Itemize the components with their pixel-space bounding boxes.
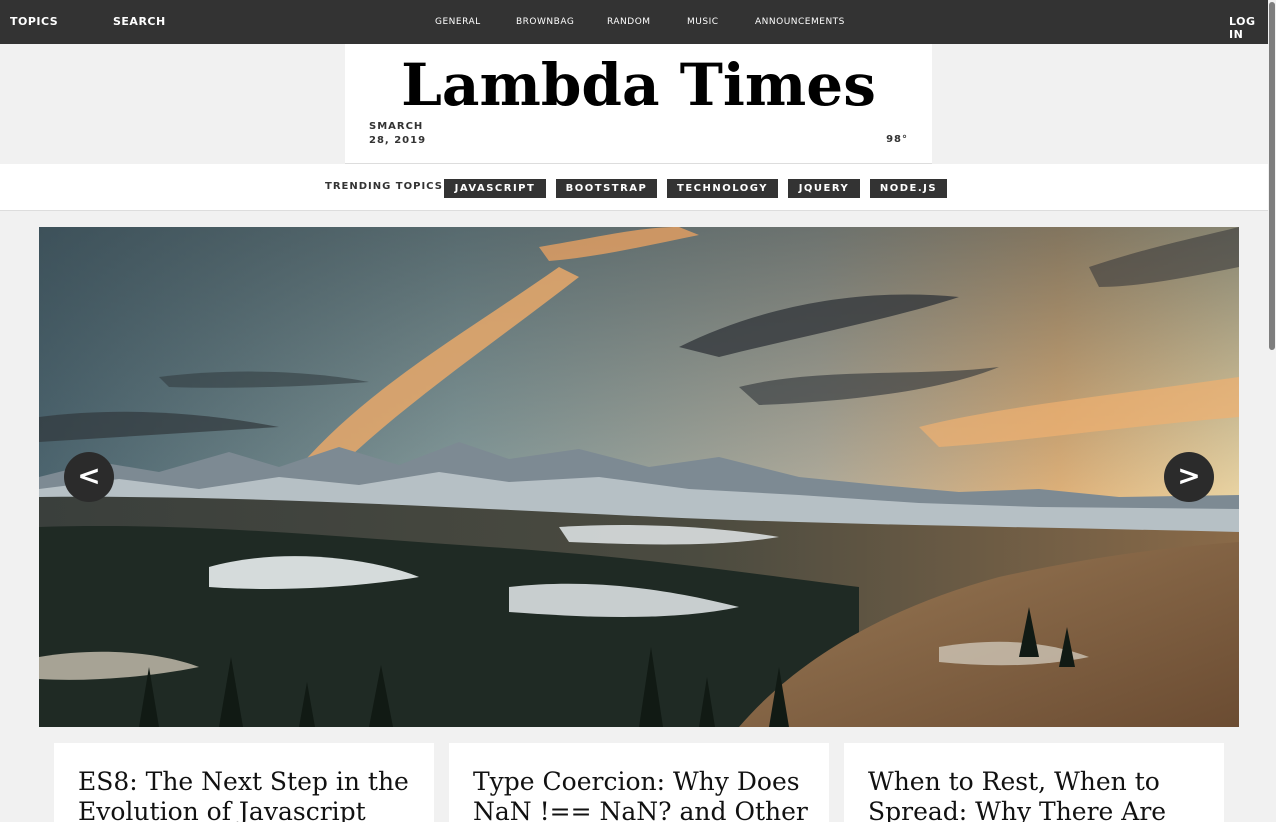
top-bar: TOPICS SEARCH GENERAL BROWNBAG RANDOM MU… bbox=[0, 0, 1268, 44]
article-headline[interactable]: When to Rest, When to Spread: Why There … bbox=[868, 767, 1208, 822]
search-link[interactable]: SEARCH bbox=[113, 15, 166, 28]
tab-javascript[interactable]: JAVASCRIPT bbox=[444, 179, 546, 198]
masthead: SMARCH 28, 2019 Lambda Times 98° bbox=[345, 44, 932, 164]
scrollbar-thumb[interactable] bbox=[1269, 2, 1275, 350]
page-title: Lambda Times bbox=[401, 51, 876, 119]
nav-item-random[interactable]: RANDOM bbox=[607, 17, 651, 27]
article-headline[interactable]: ES8: The Next Step in the Evolution of J… bbox=[78, 767, 418, 822]
tab-nodejs[interactable]: NODE.JS bbox=[870, 179, 947, 198]
scrollbar[interactable] bbox=[1268, 0, 1276, 822]
topics-link[interactable]: TOPICS bbox=[10, 15, 58, 28]
article-card[interactable]: When to Rest, When to Spread: Why There … bbox=[844, 743, 1224, 822]
nav-item-brownbag[interactable]: BROWNBAG bbox=[516, 17, 574, 27]
login-link[interactable]: LOG IN bbox=[1229, 15, 1268, 41]
carousel: < > bbox=[39, 227, 1239, 727]
tab-jquery[interactable]: JQUERY bbox=[788, 179, 860, 198]
carousel-prev-button[interactable]: < bbox=[64, 452, 114, 502]
article-headline[interactable]: Type Coercion: Why Does NaN !== NaN? and… bbox=[473, 767, 813, 822]
article-card[interactable]: ES8: The Next Step in the Evolution of J… bbox=[54, 743, 434, 822]
tab-technology[interactable]: TECHNOLOGY bbox=[667, 179, 778, 198]
nav-item-music[interactable]: MUSIC bbox=[687, 17, 719, 27]
article-card[interactable]: Type Coercion: Why Does NaN !== NaN? and… bbox=[449, 743, 829, 822]
carousel-next-button[interactable]: > bbox=[1164, 452, 1214, 502]
header-temperature: 98° bbox=[886, 134, 908, 145]
tab-bootstrap[interactable]: BOOTSTRAP bbox=[556, 179, 657, 198]
trending-topics-bar: TRENDING TOPICS: JAVASCRIPT BOOTSTRAP TE… bbox=[0, 164, 1268, 211]
nav-item-announcements[interactable]: ANNOUNCEMENTS bbox=[755, 17, 845, 27]
header-date: SMARCH 28, 2019 bbox=[369, 121, 427, 146]
trending-label: TRENDING TOPICS: bbox=[325, 181, 448, 192]
carousel-image bbox=[39, 227, 1239, 727]
nav-item-general[interactable]: GENERAL bbox=[435, 17, 481, 27]
